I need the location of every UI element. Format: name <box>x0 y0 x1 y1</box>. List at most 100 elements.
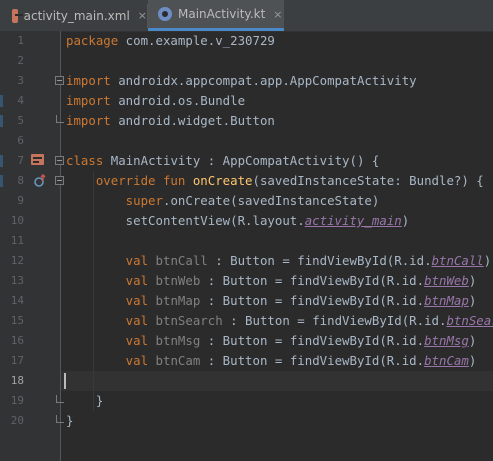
resource-reference: btnCam <box>424 353 469 368</box>
code-line: val btnCall : Button = findViewById(R.id… <box>66 251 492 271</box>
line-number: 19 <box>10 394 24 407</box>
change-marker[interactable] <box>0 175 3 187</box>
keyword: override fun <box>66 173 193 188</box>
keyword: class <box>66 153 104 168</box>
code-line: val btnMap : Button = findViewById(R.id.… <box>66 291 477 311</box>
code-text: ) <box>483 253 492 268</box>
variable-name: btnCall <box>155 253 208 268</box>
line-number: 13 <box>10 274 24 287</box>
code-text: ) <box>468 333 477 348</box>
keyword: import <box>66 73 111 88</box>
resource-reference: btnMap <box>424 293 469 308</box>
code-text: android.os.Bundle <box>110 93 246 108</box>
code-text: androidx.appcompat.app.AppCompatActivity <box>110 73 417 88</box>
line-number: 14 <box>10 294 24 307</box>
override-icon[interactable] <box>33 174 47 188</box>
variable-name: btnSearch <box>155 313 223 328</box>
line-number: 7 <box>17 154 24 167</box>
line-number: 4 <box>17 94 24 107</box>
tab-label: activity_main.xml <box>23 8 130 23</box>
change-marker[interactable] <box>0 155 3 167</box>
variable-name: btnWeb <box>155 273 201 288</box>
tab-label: MainActivity.kt <box>178 7 266 21</box>
keyword: val <box>66 273 156 288</box>
keyword: super <box>66 193 163 208</box>
code-text: ) <box>468 293 477 308</box>
resource-reference: btnCall <box>431 253 484 268</box>
line-number-current: 18 <box>10 374 24 387</box>
change-marker[interactable] <box>0 95 3 107</box>
code-text: ) <box>468 353 477 368</box>
keyword: val <box>66 353 156 368</box>
code-line: val btnMsg : Button = findViewById(R.id.… <box>66 331 477 351</box>
close-icon[interactable]: × <box>273 8 282 21</box>
keyword: import <box>66 113 111 128</box>
keyword: val <box>66 293 156 308</box>
code-text: : Button = findViewById(R.id. <box>207 253 432 268</box>
resource-reference: btnSearch <box>446 313 493 328</box>
keyword: val <box>66 253 156 268</box>
keyword: val <box>66 333 156 348</box>
resource-reference: btnWeb <box>424 273 469 288</box>
code-text: com.example.v_230729 <box>118 33 275 48</box>
code-line: val btnWeb : Button = findViewById(R.id.… <box>66 271 477 291</box>
resource-reference: activity_main <box>304 213 402 228</box>
variable-name: btnCam <box>155 353 201 368</box>
xml-file-icon <box>12 8 23 23</box>
code-text: MainActivity : AppCompatActivity() { <box>103 153 380 168</box>
code-text: (savedInstanceState: Bundle?) { <box>252 173 484 188</box>
code-line: setContentView(R.layout.activity_main) <box>66 211 410 231</box>
code-line: } <box>66 413 74 428</box>
code-line: } <box>66 393 104 408</box>
variable-name: btnMap <box>155 293 201 308</box>
line-number: 20 <box>10 414 24 427</box>
resource-reference: btnMsg <box>424 333 469 348</box>
keyword: val <box>66 313 156 328</box>
code-line: class MainActivity : AppCompatActivity()… <box>66 151 379 171</box>
tab-activity-main-xml[interactable]: activity_main.xml × <box>0 0 147 31</box>
code-text: setContentView(R.layout. <box>66 213 305 228</box>
line-number: 17 <box>10 354 24 367</box>
line-number: 12 <box>10 254 24 267</box>
code-text: ) <box>468 273 477 288</box>
tab-main-activity-kt[interactable]: MainActivity.kt × <box>148 0 284 31</box>
line-number: 1 <box>17 34 24 47</box>
code-text: .onCreate(savedInstanceState) <box>162 193 380 208</box>
code-line: override fun onCreate(savedInstanceState… <box>66 171 484 191</box>
keyword: import <box>66 93 111 108</box>
kotlin-file-icon <box>158 7 172 21</box>
keyword: package <box>66 33 119 48</box>
code-text: : Button = findViewById(R.id. <box>200 293 425 308</box>
editor-tab-bar: activity_main.xml × MainActivity.kt × <box>0 0 493 32</box>
code-line: val btnCam : Button = findViewById(R.id.… <box>66 351 477 371</box>
line-number: 11 <box>10 234 24 247</box>
code-text: : Button = findViewById(R.id. <box>200 273 425 288</box>
function-name: onCreate <box>192 173 253 188</box>
activity-layout-icon[interactable] <box>30 153 46 167</box>
line-number: 2 <box>17 54 24 67</box>
change-marker[interactable] <box>0 115 3 127</box>
close-icon[interactable]: × <box>138 9 147 22</box>
text-caret <box>64 373 66 389</box>
code-line: val btnSearch : Button = findViewById(R.… <box>66 311 493 331</box>
line-number: 16 <box>10 334 24 347</box>
line-number: 5 <box>17 114 24 127</box>
code-text: ) <box>401 213 410 228</box>
code-text: : Button = findViewById(R.id. <box>200 333 425 348</box>
code-text: : Button = findViewById(R.id. <box>222 313 447 328</box>
variable-name: btnMsg <box>155 333 201 348</box>
line-number: 6 <box>17 134 24 147</box>
line-number: 8 <box>17 174 24 187</box>
code-line: package com.example.v_230729 <box>66 31 275 51</box>
line-number: 9 <box>17 194 24 207</box>
code-editor[interactable]: package com.example.v_230729 import andr… <box>61 31 493 461</box>
line-number: 15 <box>10 314 24 327</box>
line-number: 3 <box>17 74 24 87</box>
code-line: import android.os.Bundle <box>66 91 245 111</box>
line-number: 10 <box>10 214 24 227</box>
code-line: import androidx.appcompat.app.AppCompatA… <box>66 71 417 91</box>
code-text: android.widget.Button <box>110 113 275 128</box>
code-line: import android.widget.Button <box>66 111 275 131</box>
code-text: : Button = findViewById(R.id. <box>200 353 425 368</box>
code-line: super.onCreate(savedInstanceState) <box>66 191 380 211</box>
